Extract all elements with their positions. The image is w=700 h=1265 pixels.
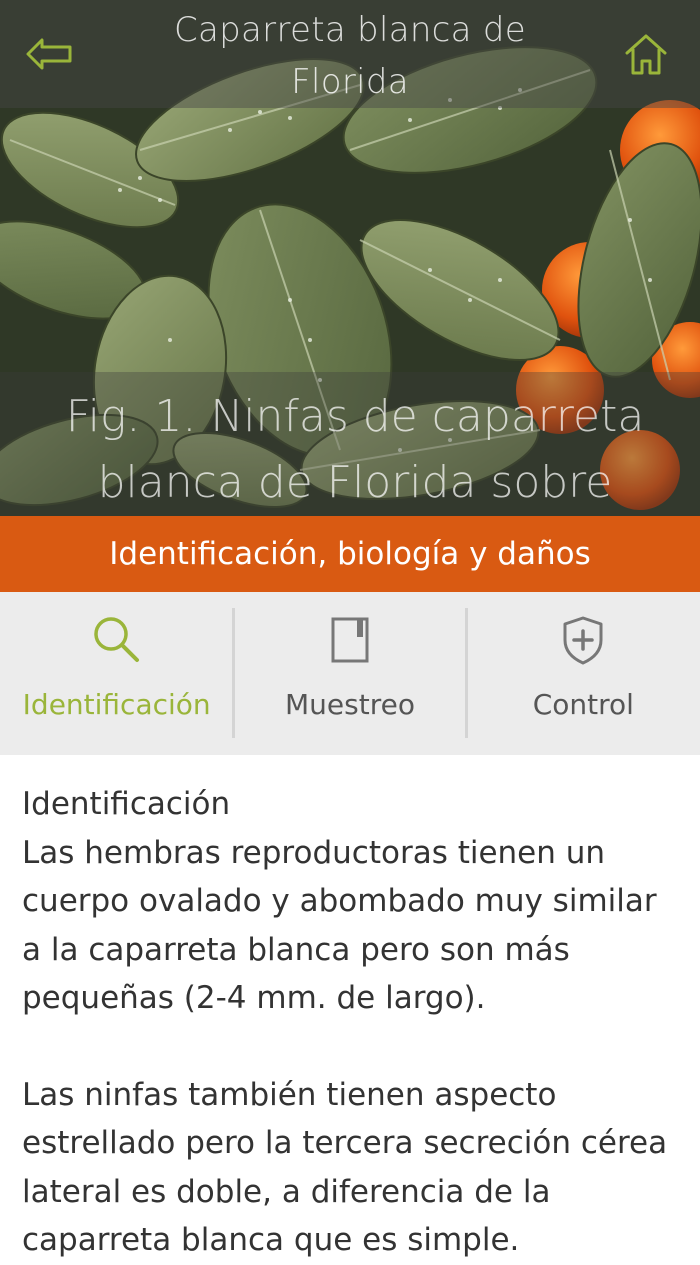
tab-label: Control — [532, 688, 634, 721]
magnifier-icon — [93, 617, 139, 662]
tab-label: Identificación — [22, 688, 211, 721]
content-paragraph: Las hembras reproductoras tienen un cuer… — [22, 834, 657, 1017]
notebook-icon — [331, 617, 369, 663]
tab-control[interactable]: Control — [467, 592, 700, 755]
tab-muestreo[interactable]: Muestreo — [233, 592, 466, 755]
section-title: Identificación, biología y daños — [109, 536, 591, 572]
home-button[interactable] — [618, 26, 674, 82]
shield-plus-icon — [563, 616, 603, 665]
content-body: Identificación Las hembras reproductoras… — [22, 780, 682, 1265]
hero-image: Caparreta blanca de Florida Fig. 1. Ninf… — [0, 0, 700, 516]
section-header: Identificación, biología y daños — [0, 516, 700, 592]
page-title: Caparreta blanca de Florida — [173, 10, 527, 102]
back-button[interactable] — [22, 26, 78, 82]
home-icon — [625, 34, 667, 75]
content-paragraph: Las ninfas también tienen aspecto estrel… — [22, 1076, 668, 1259]
tab-bar: Identificación Muestreo Control — [0, 592, 700, 755]
content-heading: Identificación — [22, 786, 231, 822]
tab-label: Muestreo — [285, 688, 415, 721]
tab-identificacion[interactable]: Identificación — [0, 592, 233, 755]
figure-caption: Fig. 1. Ninfas de caparreta blanca de Fl… — [65, 391, 645, 508]
back-arrow-icon — [26, 38, 72, 70]
tab-divider — [465, 608, 468, 738]
tab-divider — [232, 608, 235, 738]
